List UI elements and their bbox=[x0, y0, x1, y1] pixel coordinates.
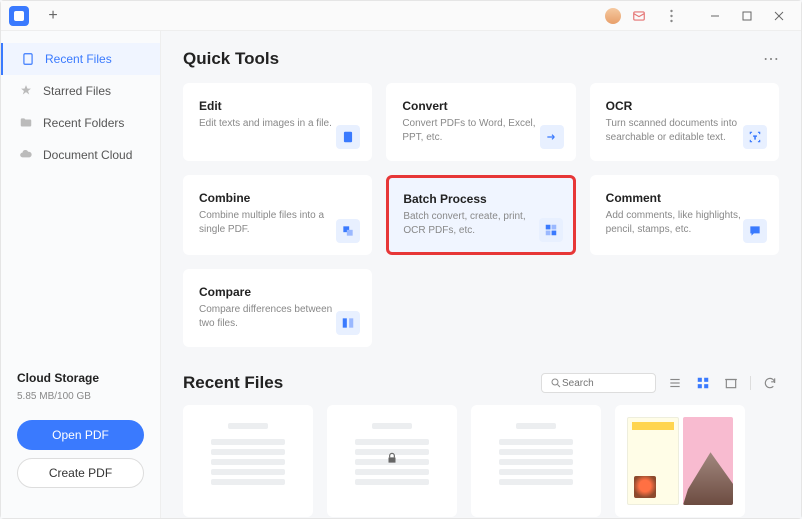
tool-title: Compare bbox=[199, 285, 356, 299]
convert-icon bbox=[540, 125, 564, 149]
sidebar-item-starred-files[interactable]: Starred Files bbox=[1, 75, 160, 107]
recent-files-title: Recent Files bbox=[183, 373, 283, 393]
sidebar-item-label: Starred Files bbox=[43, 84, 111, 98]
tool-title: Edit bbox=[199, 99, 356, 113]
quick-tools-title: Quick Tools bbox=[183, 49, 279, 69]
folder-icon bbox=[19, 116, 33, 130]
cloud-icon bbox=[19, 148, 33, 162]
comment-icon bbox=[743, 219, 767, 243]
separator bbox=[750, 376, 751, 390]
user-avatar[interactable] bbox=[605, 8, 621, 24]
file-card[interactable] bbox=[471, 405, 601, 517]
recent-files-row bbox=[183, 405, 779, 517]
tool-desc: Edit texts and images in a file. bbox=[199, 117, 339, 131]
tool-card-comment[interactable]: Comment Add comments, like highlights, p… bbox=[590, 175, 779, 255]
new-tab-button[interactable]: + bbox=[39, 5, 67, 27]
tool-desc: Batch convert, create, print, OCR PDFs, … bbox=[403, 210, 543, 238]
view-grid-icon[interactable] bbox=[694, 374, 712, 392]
create-pdf-button[interactable]: Create PDF bbox=[17, 458, 144, 488]
tool-desc: Convert PDFs to Word, Excel, PPT, etc. bbox=[402, 117, 542, 145]
tool-desc: Add comments, like highlights, pencil, s… bbox=[606, 209, 746, 237]
titlebar: + bbox=[1, 1, 801, 31]
svg-text:T: T bbox=[754, 135, 757, 140]
app-window: + Recent Files S bbox=[0, 0, 802, 519]
kebab-menu-icon[interactable] bbox=[657, 5, 685, 27]
tool-card-compare[interactable]: Compare Compare differences between two … bbox=[183, 269, 372, 347]
refresh-icon[interactable] bbox=[761, 374, 779, 392]
edit-icon bbox=[336, 125, 360, 149]
tool-desc: Compare differences between two files. bbox=[199, 303, 339, 331]
sidebar-item-document-cloud[interactable]: Document Cloud bbox=[1, 139, 160, 171]
archive-icon[interactable] bbox=[722, 374, 740, 392]
search-input[interactable] bbox=[562, 378, 642, 389]
batch-icon bbox=[539, 218, 563, 242]
recent-icon bbox=[21, 52, 35, 66]
tool-card-convert[interactable]: Convert Convert PDFs to Word, Excel, PPT… bbox=[386, 83, 575, 161]
tool-title: Combine bbox=[199, 191, 356, 205]
minimize-button[interactable] bbox=[701, 5, 729, 27]
open-pdf-button[interactable]: Open PDF bbox=[17, 420, 144, 450]
file-card[interactable] bbox=[615, 405, 745, 517]
tool-card-edit[interactable]: Edit Edit texts and images in a file. bbox=[183, 83, 372, 161]
file-card[interactable] bbox=[183, 405, 313, 517]
view-list-icon[interactable] bbox=[666, 374, 684, 392]
sidebar-item-label: Document Cloud bbox=[43, 148, 132, 162]
sidebar-item-recent-files[interactable]: Recent Files bbox=[1, 43, 160, 75]
app-logo-icon bbox=[9, 6, 29, 26]
sidebar: Recent Files Starred Files Recent Folder… bbox=[1, 31, 161, 518]
more-dots-icon[interactable]: ⋯ bbox=[763, 49, 779, 69]
compare-icon bbox=[336, 311, 360, 335]
file-thumbnail bbox=[195, 417, 301, 485]
ocr-icon: T bbox=[743, 125, 767, 149]
search-icon bbox=[550, 377, 562, 389]
tool-title: OCR bbox=[606, 99, 763, 113]
tool-card-combine[interactable]: Combine Combine multiple files into a si… bbox=[183, 175, 372, 255]
tool-title: Comment bbox=[606, 191, 763, 205]
file-card-locked[interactable] bbox=[327, 405, 457, 517]
sidebar-item-label: Recent Folders bbox=[43, 116, 124, 130]
file-thumbnail bbox=[483, 417, 589, 485]
close-button[interactable] bbox=[765, 5, 793, 27]
lock-icon bbox=[385, 451, 399, 470]
file-thumbnail bbox=[627, 417, 733, 505]
maximize-button[interactable] bbox=[733, 5, 761, 27]
tool-title: Convert bbox=[402, 99, 559, 113]
tool-desc: Turn scanned documents into searchable o… bbox=[606, 117, 746, 145]
quick-tools-grid: Edit Edit texts and images in a file. Co… bbox=[183, 83, 779, 347]
combine-icon bbox=[336, 219, 360, 243]
sidebar-item-label: Recent Files bbox=[45, 52, 112, 66]
sidebar-item-recent-folders[interactable]: Recent Folders bbox=[1, 107, 160, 139]
tool-title: Batch Process bbox=[403, 192, 558, 206]
star-icon bbox=[19, 84, 33, 98]
tool-desc: Combine multiple files into a single PDF… bbox=[199, 209, 339, 237]
search-box[interactable] bbox=[541, 373, 656, 393]
tool-card-batch-process[interactable]: Batch Process Batch convert, create, pri… bbox=[386, 175, 575, 255]
cloud-storage-title: Cloud Storage bbox=[17, 371, 144, 385]
content-area: Quick Tools ⋯ Edit Edit texts and images… bbox=[161, 31, 801, 518]
tool-card-ocr[interactable]: OCR Turn scanned documents into searchab… bbox=[590, 83, 779, 161]
notification-icon[interactable] bbox=[625, 5, 653, 27]
cloud-storage-usage: 5.85 MB/100 GB bbox=[17, 391, 144, 402]
